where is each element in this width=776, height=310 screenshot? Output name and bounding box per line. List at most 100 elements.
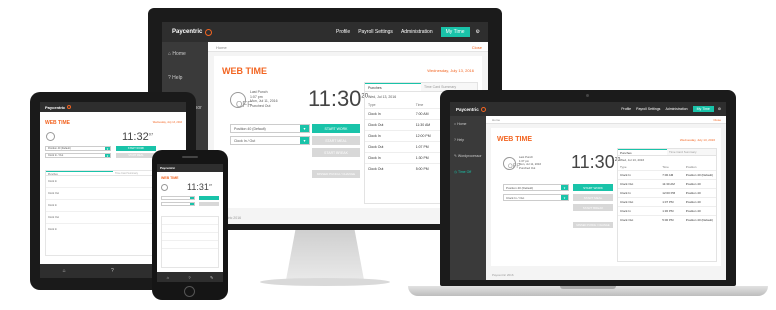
clock-display: 11:3107 [187,182,213,192]
type-select[interactable] [161,202,195,206]
help-icon: ? [168,75,171,81]
nav-item-payroll[interactable]: Payroll Settings [358,29,393,35]
nav-item-admin[interactable]: Administration [665,107,687,111]
page-title: WEB TIME [161,176,179,180]
laptop-notch [560,286,616,289]
col-time-header: Time [415,103,424,107]
off-clock-icon [46,132,55,141]
missed-punch-button[interactable]: MISSED PUNCH / CHANGE [573,222,613,228]
close-link[interactable]: Close [713,118,721,122]
clock-display: 11:3207 [122,131,154,143]
panel-date: Wed, Jul 13, 2016 [620,158,645,162]
table-row [162,225,218,233]
position-select[interactable]: Position 40 (Default) ▾ [45,146,111,151]
settings-icon[interactable]: ⚙ [718,107,721,111]
sidebar-item-time-off[interactable]: ◷ Time Off [450,164,486,180]
start-meal-button[interactable] [199,202,219,206]
start-meal-button[interactable]: START MEAL [312,136,360,145]
table-row: Clock Out1:07 PMPosition 40 [618,198,716,207]
start-meal-button[interactable]: START MEAL [116,153,156,158]
logo-mark-icon [67,105,72,109]
type-select[interactable]: Clock In / Out ▾ [230,136,310,145]
phone-screen: Paycentric WEB TIME 11:3107 ⌂ ? ✎ [157,164,223,282]
start-work-button[interactable]: START WORK [312,124,360,133]
chevron-down-icon: ▾ [300,137,309,144]
tab-time-card-summary[interactable]: Time Card Summary [667,149,716,155]
help-icon: ? [454,138,456,142]
tab-punches[interactable]: Punches [618,149,667,155]
nav-item-profile[interactable]: Profile [336,29,350,35]
logo-mark-icon [205,28,213,36]
off-clock-icon [161,184,168,191]
close-link[interactable]: Close [472,45,482,50]
punches-panel: Punches Time Card Summary Wed, Jul 13, 2… [617,148,717,262]
clock-icon: ◷ [454,170,458,174]
date-display: Wednesday, July 13, 2016 [152,121,182,124]
app-logo[interactable]: Paycentric [45,105,65,110]
tools-icon: ✎ [454,154,457,158]
table-row: Clock In12:00 PMPosition 40 [618,189,716,198]
table-row: Clock In7:00 AMPosition 40 (Default) [618,171,716,180]
monitor-base [260,278,390,286]
start-work-button[interactable]: START WORK [573,184,613,191]
col-position-header: Position [685,165,697,169]
app-logo[interactable]: Paycentric [456,107,479,112]
settings-icon[interactable]: ⚙ [476,29,480,35]
home-icon[interactable]: ⌂ [63,268,66,274]
date-display: Wednesday, July 13, 2016 [679,138,715,142]
nav-item-my-time[interactable]: My Time [692,106,714,112]
sidebar-item-tools[interactable]: ✎ Wordprocessor [450,148,486,164]
position-select[interactable]: Position 40 (Default) ▾ [503,184,569,191]
top-navbar: Paycentric Profile Payroll Settings Admi… [450,102,726,116]
chevron-down-icon: ▾ [105,153,110,158]
home-icon[interactable]: ⌂ [167,275,169,280]
breadcrumb[interactable]: Home [216,45,227,50]
type-select[interactable]: Clock In / Out ▾ [45,153,111,158]
tools-icon[interactable]: ✎ [210,275,213,280]
start-meal-button[interactable]: START MEAL [573,194,613,201]
start-work-button[interactable] [199,196,219,200]
chevron-down-icon: ▾ [105,146,110,151]
sidebar-item-home[interactable]: ⌂ Home [162,42,208,66]
camera-dot [586,94,589,97]
breadcrumb[interactable]: Home [492,118,500,122]
chevron-down-icon [190,197,194,199]
table-row [162,233,218,241]
start-break-button[interactable]: START BREAK [312,148,360,157]
status-block: OFF Last Punch 1:07 pm Mon, Jul 11, 2016… [503,155,553,178]
table-row: Clock Out5:00 PMPosition 40 (Default) [620,218,713,222]
clock-time: 11:30 [571,152,615,172]
col-time-header: Time [662,165,669,169]
sidebar: ⌂ Home ? Help ✎ Wordprocessor ◷ Time Off [450,116,486,280]
help-icon[interactable]: ? [111,268,114,274]
last-punch-date: Mon, Jul 11, 2016 [250,99,278,103]
app-logo[interactable]: Paycentric [160,166,175,170]
sidebar-item-help[interactable]: ? Help [450,132,486,148]
sidebar-item-home[interactable]: ⌂ Home [450,116,486,132]
chevron-down-icon [190,203,194,205]
tab-punches[interactable]: Punches [46,171,113,176]
chevron-down-icon: ▾ [561,195,568,200]
sidebar-item-help[interactable]: ? Help [162,66,208,90]
page-title: WEB TIME [45,120,70,126]
start-work-button[interactable]: START WORK [116,146,156,151]
laptop-screen: Paycentric Profile Payroll Settings Admi… [450,102,726,280]
app-logo[interactable]: Paycentric [172,29,202,35]
start-break-button[interactable]: START BREAK [573,204,613,211]
nav-item-payroll[interactable]: Payroll Settings [636,107,660,111]
tab-punches[interactable]: Punches [365,83,421,91]
position-select[interactable]: Position 40 (Default) ▾ [230,124,310,133]
table-row [162,217,218,225]
page-title: WEB TIME [497,136,532,143]
laptop-lid: Paycentric Profile Payroll Settings Admi… [440,90,736,286]
nav-item-admin[interactable]: Administration [401,29,433,35]
nav-item-my-time[interactable]: My Time [440,27,470,37]
home-icon: ⌂ [168,51,172,57]
type-select[interactable]: Clock In / Out ▾ [503,194,569,201]
help-icon[interactable]: ? [188,275,190,280]
table-row: Clock In1:30 PMPosition 40 [618,207,716,216]
nav-item-profile[interactable]: Profile [621,107,631,111]
position-select[interactable] [161,196,195,200]
missed-punch-button[interactable]: MISSED PUNCH / CHANGE [312,170,360,178]
phone-home-button[interactable] [184,286,195,297]
